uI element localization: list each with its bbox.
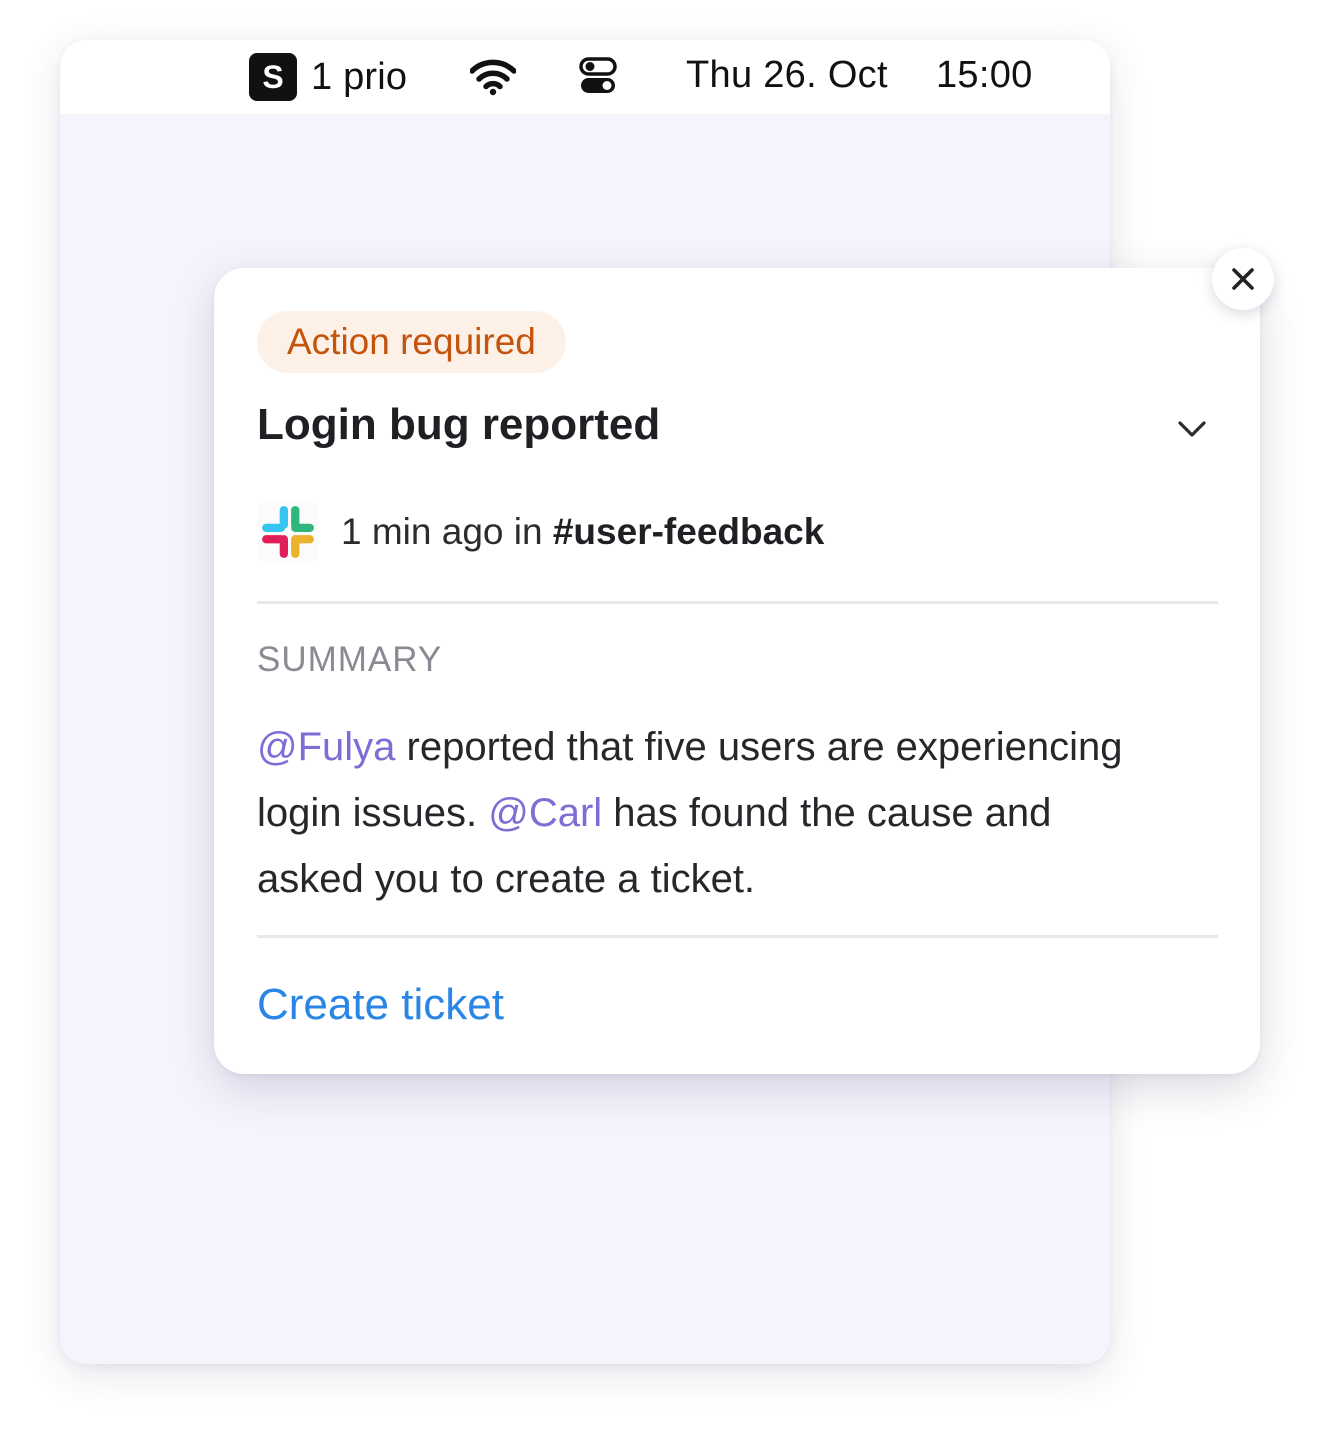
prio-count: 1 prio [311,55,408,98]
chevron-down-icon[interactable] [1172,414,1212,444]
channel-name[interactable]: #user-feedback [553,511,824,552]
notification-meta: 1 min ago in #user-feedback [257,500,824,564]
menubar-time[interactable]: 15:00 [936,54,1033,97]
control-center-icon[interactable] [578,56,618,96]
summary-label: SUMMARY [257,640,443,679]
divider [257,935,1218,938]
divider [257,601,1218,604]
close-icon [1232,268,1254,290]
notification-card[interactable]: Action required Login bug reported 1 min… [214,268,1260,1074]
menubar-app-status[interactable]: S 1 prio [249,52,407,102]
time-ago: 1 min ago in [341,511,553,552]
mention-fulya[interactable]: @Fulya [257,725,395,769]
wifi-icon[interactable] [470,58,516,96]
close-button[interactable] [1212,248,1274,310]
summary-text: @Fulya reported that five users are expe… [257,714,1147,912]
page: S 1 prio Thu 26. Oct 15:00 Action requir… [0,0,1330,1444]
menubar-date[interactable]: Thu 26. Oct [686,54,888,97]
slack-icon [257,501,319,563]
menu-bar: S 1 prio Thu 26. Oct 15:00 [60,40,1110,114]
app-logo-icon: S [249,53,297,101]
notification-title: Login bug reported [257,400,661,449]
mention-carl[interactable]: @Carl [488,791,602,835]
create-ticket-button[interactable]: Create ticket [257,980,504,1030]
status-badge: Action required [257,311,566,373]
meta-text: 1 min ago in #user-feedback [341,511,824,553]
